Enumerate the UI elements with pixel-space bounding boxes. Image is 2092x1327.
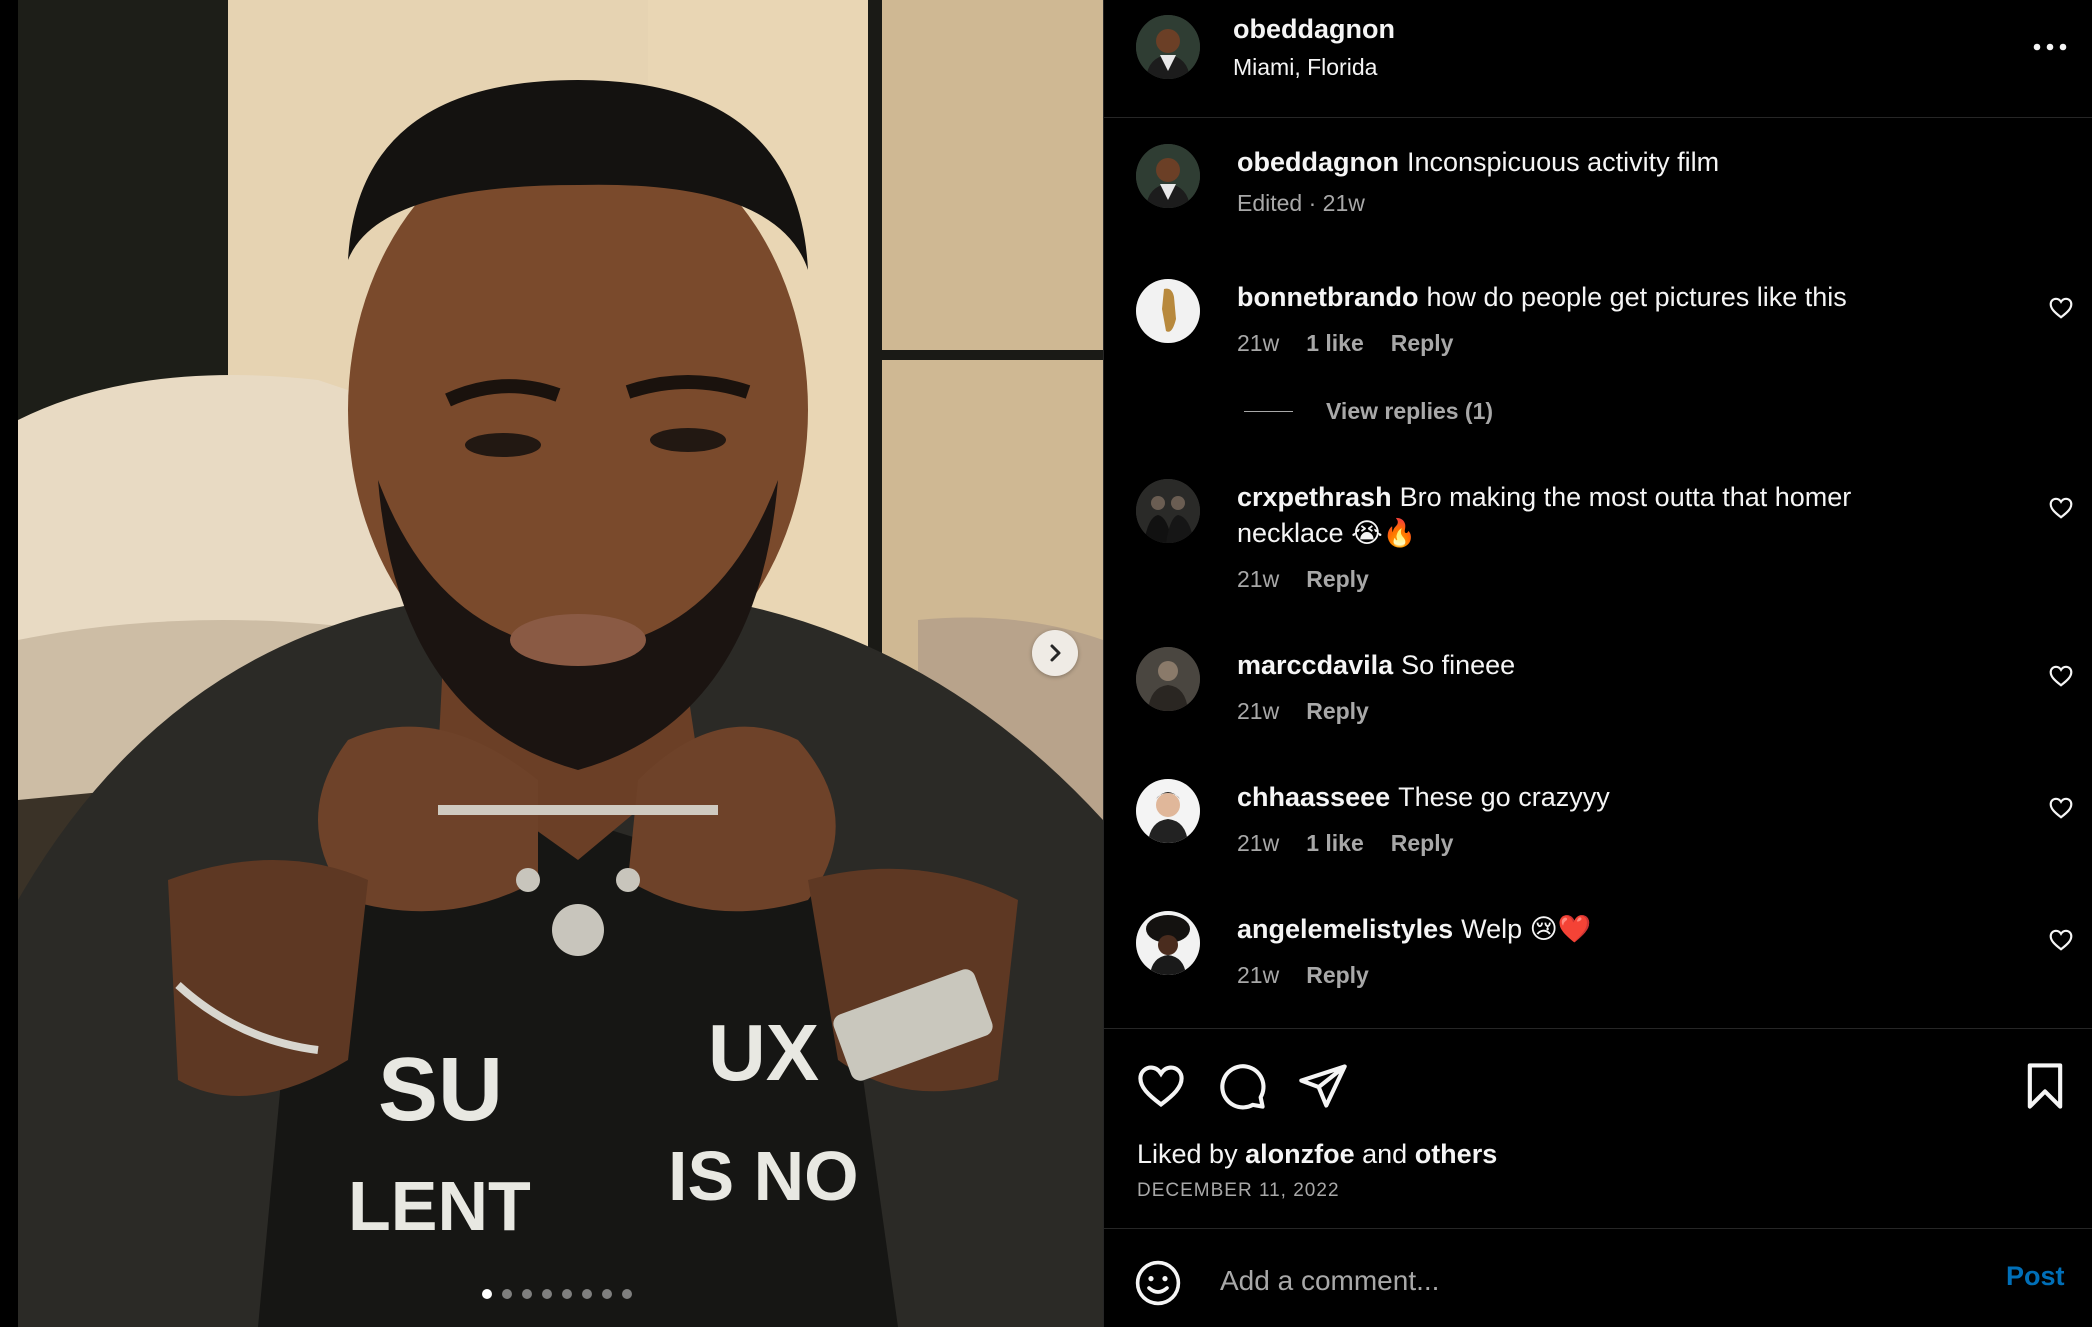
carousel-dot (621, 1289, 632, 1299)
comment-username[interactable]: chhaasseee (1237, 782, 1390, 812)
comment-age: 21w (1237, 830, 1280, 856)
liked-by-prefix: Liked by (1137, 1139, 1238, 1169)
avatar[interactable] (1136, 479, 1200, 543)
comment-body: These go crazyyy (1398, 782, 1610, 812)
bookmark-icon[interactable] (2019, 1060, 2071, 1112)
view-replies-button[interactable]: View replies (1) (1244, 398, 1493, 425)
reply-button[interactable]: Reply (1306, 566, 1369, 593)
comment-text: marccdavila So fineee (1237, 647, 1957, 683)
comment-text: chhaasseee These go crazyyy (1237, 779, 1957, 815)
comment-item: bonnetbrando how do people get pictures l… (1104, 279, 2092, 379)
avatar[interactable] (1136, 911, 1200, 975)
post-actions: Liked by alonzfoe and others DECEMBER 11… (1104, 1028, 2092, 1228)
comment-username[interactable]: bonnetbrando (1237, 282, 1418, 312)
paper-plane-icon[interactable] (1297, 1060, 1349, 1112)
carousel-dot (481, 1289, 492, 1299)
carousel-dot (561, 1289, 572, 1299)
heart-icon[interactable] (2048, 795, 2074, 821)
comment-bubble-icon[interactable] (1216, 1060, 1268, 1112)
view-replies-label: View replies (1) (1326, 398, 1494, 424)
post-date[interactable]: DECEMBER 11, 2022 (1137, 1180, 1340, 1202)
heart-icon[interactable] (2048, 927, 2074, 953)
caption: obeddagnon Inconspicuous activity film Ed… (1104, 144, 2092, 254)
header-location[interactable]: Miami, Florida (1233, 54, 1377, 81)
comment-input[interactable] (1218, 1257, 1962, 1305)
comment-item: chhaasseee These go crazyyy 21w 1 like Re… (1104, 779, 2092, 879)
heart-icon[interactable] (2048, 295, 2074, 321)
svg-text:IS NO: IS NO (668, 1137, 859, 1215)
caption-body: Inconspicuous activity film (1406, 147, 1720, 177)
heart-icon[interactable] (2048, 495, 2074, 521)
svg-text:UX: UX (708, 1008, 819, 1097)
post-header: obeddagnon Miami, Florida (1104, 0, 2092, 118)
caption-meta: Edited · 21w (1237, 190, 1392, 217)
more-horizontal-icon (2033, 43, 2067, 51)
header-username[interactable]: obeddagnon (1233, 14, 1395, 45)
reply-button[interactable]: Reply (1391, 830, 1454, 857)
comment-age: 21w (1237, 566, 1280, 592)
heart-icon[interactable] (2048, 663, 2074, 689)
avatar[interactable] (1136, 779, 1200, 843)
comment-item: marccdavila So fineee 21w Reply (1104, 647, 2092, 747)
carousel-dot (501, 1289, 512, 1299)
comment-item: crxpethrash Bro making the most outta tha… (1104, 479, 2092, 609)
comment-body: how do people get pictures like this (1426, 282, 1847, 312)
caption-edited-age: Edited · 21w (1237, 190, 1365, 216)
comment-age: 21w (1237, 330, 1280, 356)
post-photo: SU UX LENT IS NO (18, 0, 1103, 1327)
liked-by-summary[interactable]: Liked by alonzfoe and others (1137, 1139, 1497, 1170)
comment-text: crxpethrash Bro making the most outta tha… (1237, 479, 1957, 551)
heart-icon[interactable] (1135, 1060, 1187, 1112)
post-media-pane: SU UX LENT IS NO (0, 0, 1103, 1327)
instagram-post-view: SU UX LENT IS NO obeddagnon Miami, Flori… (0, 0, 2092, 1327)
avatar[interactable] (1136, 279, 1200, 343)
replies-divider (1244, 411, 1293, 412)
comment-body: So fineee (1401, 650, 1516, 680)
comment-username[interactable]: angelemelistyles (1237, 914, 1453, 944)
reply-button[interactable]: Reply (1306, 962, 1369, 989)
comment-meta: 21w 1 like Reply (1237, 830, 1480, 857)
carousel-dots (0, 1289, 1085, 1301)
post-comment-button[interactable]: Post (2006, 1261, 2065, 1292)
caption-username[interactable]: obeddagnon (1237, 147, 1399, 177)
post-side-panel: obeddagnon Miami, Florida obeddagnon Inco… (1103, 0, 2092, 1327)
comment-meta: 21w 1 like Reply (1237, 330, 1480, 357)
comment-text: bonnetbrando how do people get pictures l… (1237, 279, 1957, 315)
comment-body: Welp 😢❤️ (1461, 914, 1592, 944)
add-comment-bar: Post (1104, 1228, 2092, 1327)
carousel-dot (601, 1289, 612, 1299)
comment-age: 21w (1237, 698, 1280, 724)
carousel-dot (581, 1289, 592, 1299)
next-photo-button[interactable] (1032, 630, 1078, 676)
comment-text: angelemelistyles Welp 😢❤️ (1237, 911, 1957, 947)
caption-text: obeddagnon Inconspicuous activity film (1237, 144, 1957, 180)
comment-username[interactable]: marccdavila (1237, 650, 1393, 680)
smiley-icon[interactable] (1134, 1259, 1182, 1307)
svg-text:SU: SU (378, 1040, 503, 1140)
avatar[interactable] (1136, 647, 1200, 711)
carousel-dot (541, 1289, 552, 1299)
comment-meta: 21w Reply (1237, 962, 1396, 989)
carousel-dot (521, 1289, 532, 1299)
more-options-button[interactable] (2028, 30, 2072, 64)
comments-list: obeddagnon Inconspicuous activity film Ed… (1104, 118, 2092, 1028)
reply-button[interactable]: Reply (1391, 330, 1454, 357)
avatar[interactable] (1136, 15, 1200, 79)
svg-text:LENT: LENT (348, 1167, 531, 1245)
comment-likes[interactable]: 1 like (1306, 330, 1364, 357)
liked-by-and: and (1362, 1139, 1408, 1169)
liked-by-user[interactable]: alonzfoe (1245, 1139, 1355, 1169)
avatar[interactable] (1136, 144, 1200, 208)
chevron-right-icon (1050, 644, 1061, 662)
comment-username[interactable]: crxpethrash (1237, 482, 1392, 512)
comment-meta: 21w Reply (1237, 698, 1396, 725)
comment-meta: 21w Reply (1237, 566, 1396, 593)
liked-by-others[interactable]: others (1415, 1139, 1498, 1169)
comment-likes[interactable]: 1 like (1306, 830, 1364, 857)
comment-age: 21w (1237, 962, 1280, 988)
reply-button[interactable]: Reply (1306, 698, 1369, 725)
comment-item: angelemelistyles Welp 😢❤️ 21w Reply (1104, 911, 2092, 1011)
